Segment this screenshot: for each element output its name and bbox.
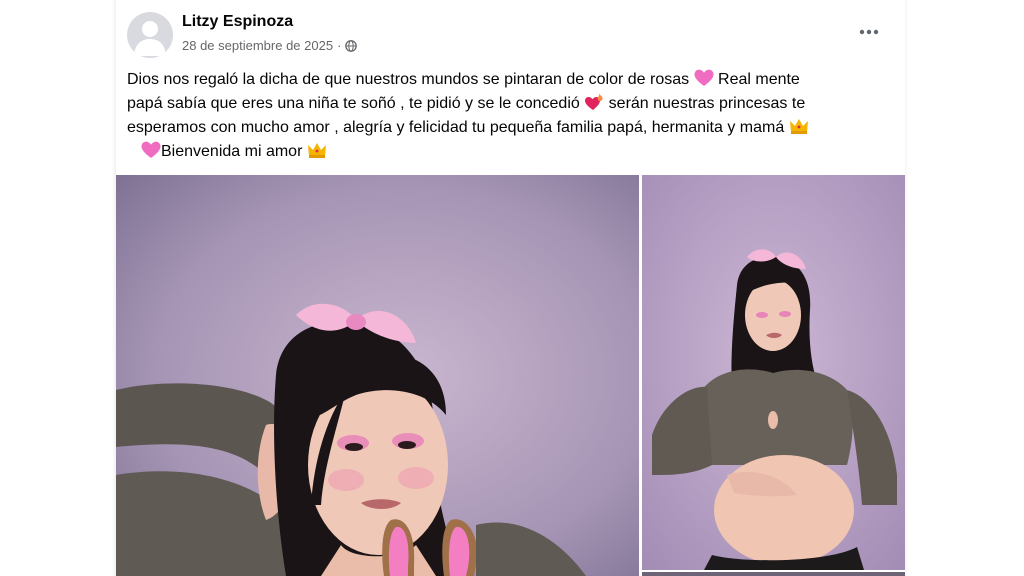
post-text-line4: Bienvenida mi amor <box>161 143 307 160</box>
meta-separator: · <box>337 38 342 53</box>
avatar[interactable] <box>127 12 173 58</box>
globe-icon[interactable] <box>345 39 358 52</box>
post-text-line1b: Real mente <box>713 71 800 88</box>
pink-heart-icon <box>694 69 714 86</box>
post-options-button[interactable] <box>853 17 885 47</box>
default-avatar-icon <box>134 21 166 56</box>
woman-portrait-illustration <box>116 175 639 576</box>
heart-on-fire-icon <box>585 93 603 110</box>
post-photo-next-strip[interactable] <box>642 572 905 576</box>
crown-icon <box>307 143 326 158</box>
post-photo-secondary[interactable] <box>642 175 905 570</box>
post-photo-main[interactable] <box>116 175 639 576</box>
post-date[interactable]: 28 de septiembre de 2025 <box>182 38 333 53</box>
post-card: Litzy Espinoza 28 de septiembre de 2025 … <box>116 0 905 576</box>
crown-icon <box>789 119 808 134</box>
post-text-line1: Dios nos regaló la dicha de que nuestros… <box>127 71 694 88</box>
more-horizontal-icon <box>859 29 879 35</box>
woman-full-pose-illustration <box>642 175 905 570</box>
post-text-line3: esperamos con mucho amor , alegría y fel… <box>127 119 789 136</box>
post-text-line2: papá sabía que eres una niña te soñó , t… <box>127 95 585 112</box>
post-text: Dios nos regaló la dicha de que nuestros… <box>127 68 872 164</box>
post-text-line2b: serán nuestras princesas te <box>604 95 806 112</box>
post-meta: 28 de septiembre de 2025 · <box>182 38 358 53</box>
author-name[interactable]: Litzy Espinoza <box>182 13 293 31</box>
pink-heart-icon <box>141 141 161 158</box>
